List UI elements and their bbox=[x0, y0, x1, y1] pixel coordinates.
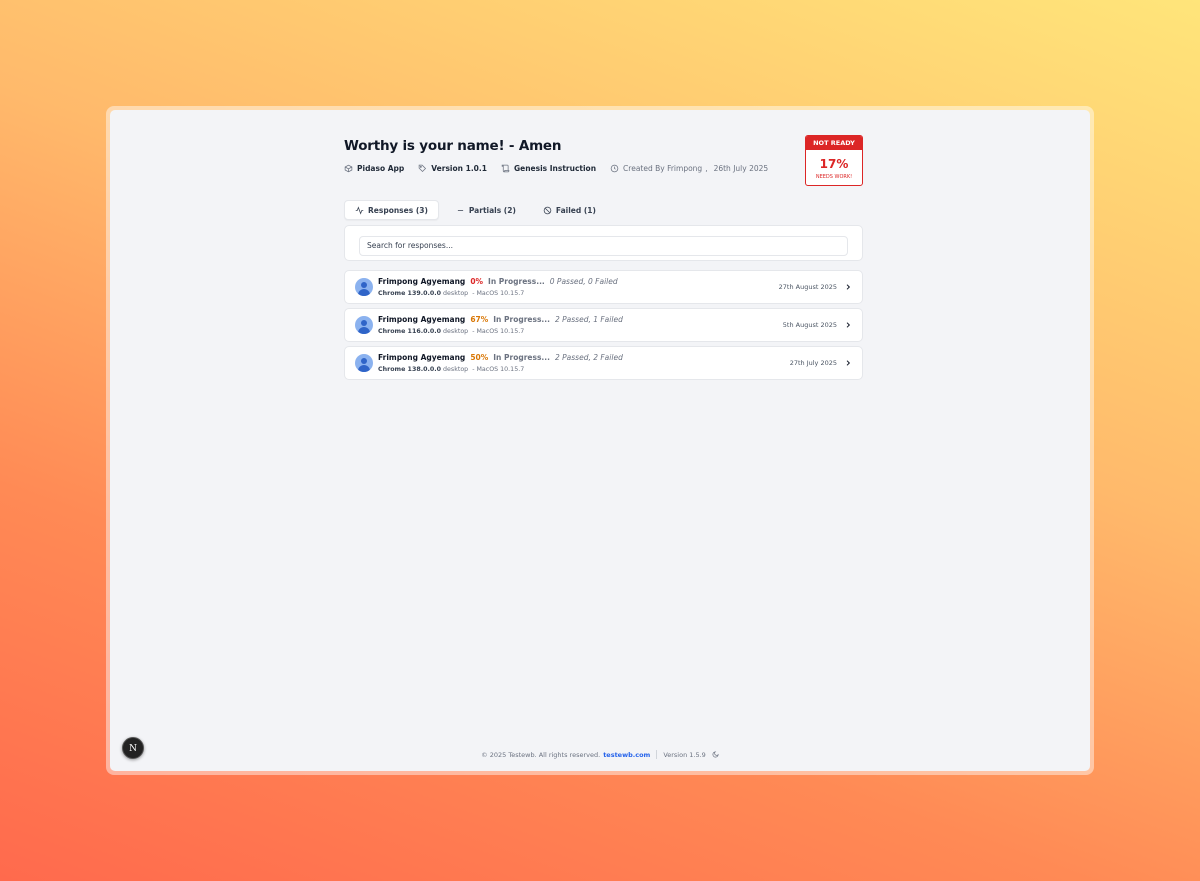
response-device: desktop bbox=[443, 366, 469, 373]
response-os: - MacOS 10.15.7 bbox=[472, 328, 525, 335]
meta-created-by: Created By Frimpong bbox=[623, 164, 703, 173]
meta-created-date: 26th July 2025 bbox=[713, 164, 769, 173]
response-name: Frimpong Agyemang bbox=[378, 353, 466, 362]
footer-link[interactable]: testewb.com bbox=[603, 751, 650, 759]
response-browser: Chrome 116.0.0.0 bbox=[378, 328, 442, 335]
response-status: In Progress... bbox=[493, 315, 550, 324]
tab-responses[interactable]: Responses (3) bbox=[344, 200, 439, 220]
meta-version-label: Version 1.0.1 bbox=[431, 164, 487, 173]
response-date: 27th August 2025 bbox=[778, 283, 837, 291]
response-row[interactable]: Frimpong Agyemang 67% In Progress... 2 P… bbox=[344, 308, 863, 342]
tab-responses-label: Responses (3) bbox=[368, 205, 428, 215]
scroll-icon bbox=[501, 164, 510, 173]
response-browser: Chrome 139.0.0.0 bbox=[378, 290, 442, 297]
response-device: desktop bbox=[443, 328, 469, 335]
box-icon bbox=[344, 164, 353, 173]
footer-version: Version 1.5.9 bbox=[663, 750, 706, 759]
response-os: - MacOS 10.15.7 bbox=[472, 290, 525, 297]
readiness-badge: NOT READY 17% NEEDS WORK! bbox=[805, 135, 863, 186]
moon-icon[interactable] bbox=[712, 751, 719, 758]
tab-partials-label: Partials (2) bbox=[468, 205, 516, 215]
meta-separator: , bbox=[705, 164, 708, 173]
avatar bbox=[355, 278, 373, 296]
tab-failed[interactable]: Failed (1) bbox=[533, 200, 606, 220]
meta-bar: Pidaso App Version 1.0.1 Genesis Instruc… bbox=[344, 164, 863, 173]
response-percent: 50% bbox=[470, 353, 489, 362]
response-name: Frimpong Agyemang bbox=[378, 315, 466, 324]
footer-divider bbox=[656, 750, 658, 759]
response-summary: 0 Passed, 0 Failed bbox=[549, 277, 618, 286]
tab-partials[interactable]: Partials (2) bbox=[446, 200, 526, 220]
readiness-badge-label: NOT READY bbox=[806, 136, 862, 150]
response-date: 5th August 2025 bbox=[782, 321, 837, 329]
footer-copyright: © 2025 Testewb. All rights reserved. bbox=[481, 750, 601, 759]
chevron-right-icon[interactable] bbox=[844, 359, 852, 367]
meta-app[interactable]: Pidaso App bbox=[344, 164, 404, 173]
main-content: Worthy is your name! - Amen Pidaso App V… bbox=[344, 135, 863, 384]
meta-instruction[interactable]: Genesis Instruction bbox=[501, 164, 596, 173]
tab-bar: Responses (3) Partials (2) Failed (1) bbox=[344, 200, 863, 220]
response-date: 27th July 2025 bbox=[789, 359, 837, 367]
activity-icon bbox=[355, 205, 364, 215]
footer: © 2025 Testewb. All rights reserved. tes… bbox=[110, 750, 1090, 759]
minus-icon bbox=[457, 209, 464, 211]
meta-created: Created By Frimpong , 26th July 2025 bbox=[610, 164, 768, 173]
page-title: Worthy is your name! - Amen bbox=[344, 138, 562, 154]
response-list: Frimpong Agyemang 0% In Progress... 0 Pa… bbox=[344, 270, 863, 380]
next-dev-button[interactable]: N bbox=[122, 737, 144, 759]
response-details: Frimpong Agyemang 67% In Progress... 2 P… bbox=[378, 315, 783, 335]
ban-icon bbox=[543, 206, 552, 214]
response-browser: Chrome 138.0.0.0 bbox=[378, 366, 442, 373]
response-status: In Progress... bbox=[488, 277, 545, 286]
clock-icon bbox=[610, 164, 619, 173]
response-summary: 2 Passed, 2 Failed bbox=[554, 353, 623, 362]
app-window: Worthy is your name! - Amen Pidaso App V… bbox=[110, 110, 1090, 771]
readiness-badge-percent: 17% bbox=[819, 157, 849, 171]
response-status: In Progress... bbox=[493, 353, 550, 362]
avatar bbox=[355, 354, 373, 372]
response-row[interactable]: Frimpong Agyemang 0% In Progress... 0 Pa… bbox=[344, 270, 863, 304]
search-input[interactable] bbox=[359, 235, 848, 256]
response-row[interactable]: Frimpong Agyemang 50% In Progress... 2 P… bbox=[344, 346, 863, 380]
response-summary: 2 Passed, 1 Failed bbox=[554, 315, 623, 324]
chevron-right-icon[interactable] bbox=[844, 321, 852, 329]
chevron-right-icon[interactable] bbox=[844, 283, 852, 291]
tab-failed-label: Failed (1) bbox=[555, 205, 596, 215]
tag-icon bbox=[419, 164, 427, 173]
meta-instruction-label: Genesis Instruction bbox=[513, 164, 597, 173]
search-card bbox=[344, 225, 863, 261]
app-frame: Worthy is your name! - Amen Pidaso App V… bbox=[106, 106, 1094, 775]
response-details: Frimpong Agyemang 0% In Progress... 0 Pa… bbox=[378, 277, 779, 297]
response-os: - MacOS 10.15.7 bbox=[472, 366, 525, 373]
response-percent: 0% bbox=[470, 277, 484, 286]
meta-version[interactable]: Version 1.0.1 bbox=[418, 164, 487, 173]
response-device: desktop bbox=[443, 290, 469, 297]
readiness-badge-sub: NEEDS WORK! bbox=[815, 174, 853, 180]
avatar bbox=[355, 316, 373, 334]
response-name: Frimpong Agyemang bbox=[378, 277, 466, 286]
response-details: Frimpong Agyemang 50% In Progress... 2 P… bbox=[378, 353, 790, 373]
response-percent: 67% bbox=[470, 315, 489, 324]
meta-app-label: Pidaso App bbox=[357, 164, 405, 173]
